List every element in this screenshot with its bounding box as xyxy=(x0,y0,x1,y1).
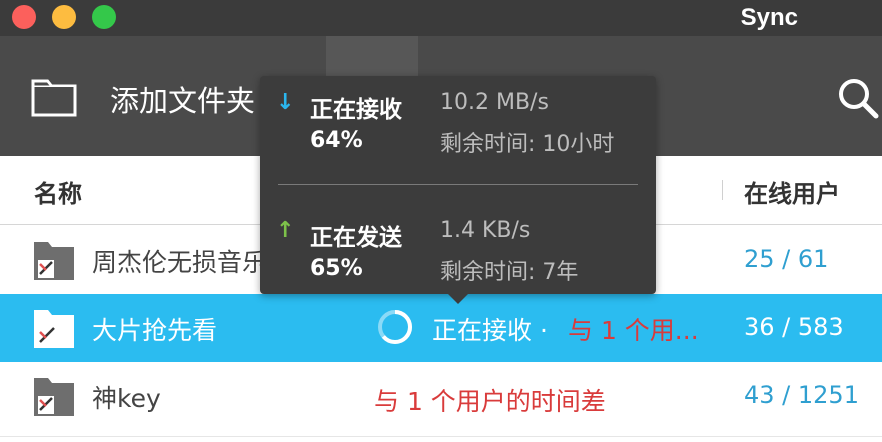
popover-caret xyxy=(448,294,468,304)
transfer-popover: ↓ 正在接收 64% 10.2 MB/s 剩余时间: 10小时 ↑ 正在发送 6… xyxy=(260,76,656,304)
zoom-icon[interactable] xyxy=(92,5,116,29)
sending-label: 正在发送 xyxy=(310,225,402,251)
folder-name: 周杰伦无损音乐 xyxy=(92,248,262,277)
online-users-count[interactable]: 36 / 583 xyxy=(744,313,844,341)
time-difference-warning: 与 1 个用户的时间差 xyxy=(374,387,606,416)
column-divider xyxy=(722,180,723,200)
add-folder-button[interactable]: 添加文件夹 xyxy=(110,78,280,120)
table-row-selected[interactable]: 大片抢先看 正在接收 · 与 1 个用... 36 / 583 xyxy=(0,294,882,362)
column-header-name[interactable]: 名称 xyxy=(34,174,82,209)
time-difference-warning: 与 1 个用... xyxy=(568,316,699,345)
sending-speed: 1.4 KB/s xyxy=(440,218,531,243)
receiving-percent: 64% xyxy=(310,128,363,153)
online-users-count[interactable]: 25 / 61 xyxy=(744,245,828,273)
sending-percent: 65% xyxy=(310,256,363,281)
folder-name: 大片抢先看 xyxy=(92,316,218,345)
receiving-label: 正在接收 xyxy=(310,97,402,123)
sync-status: 正在接收 · xyxy=(432,316,548,345)
arrow-up-icon: ↑ xyxy=(276,218,295,243)
receiving-speed: 10.2 MB/s xyxy=(440,90,549,115)
column-header-online-users[interactable]: 在线用户 xyxy=(744,174,840,209)
shared-folder-icon xyxy=(34,242,74,280)
window-title: Sync xyxy=(740,4,798,31)
progress-ring-icon xyxy=(378,310,412,344)
arrow-down-icon: ↓ xyxy=(276,90,295,115)
sending-time-remaining: 剩余时间: 7年 xyxy=(440,260,579,285)
receiving-time-remaining: 剩余时间: 10小时 xyxy=(440,132,615,157)
search-icon[interactable] xyxy=(834,74,882,122)
online-users-count[interactable]: 43 / 1251 xyxy=(744,381,859,409)
close-icon[interactable] xyxy=(12,5,36,29)
table-row[interactable]: 神key 与 1 个用户的时间差 43 / 1251 xyxy=(0,362,882,437)
title-bar: Sync xyxy=(0,0,882,36)
folder-name: 神key xyxy=(92,384,161,413)
shared-folder-icon xyxy=(34,378,74,416)
minimize-icon[interactable] xyxy=(52,5,76,29)
shared-folder-icon xyxy=(34,310,74,348)
folder-icon[interactable] xyxy=(30,76,78,118)
popover-divider xyxy=(278,184,638,185)
